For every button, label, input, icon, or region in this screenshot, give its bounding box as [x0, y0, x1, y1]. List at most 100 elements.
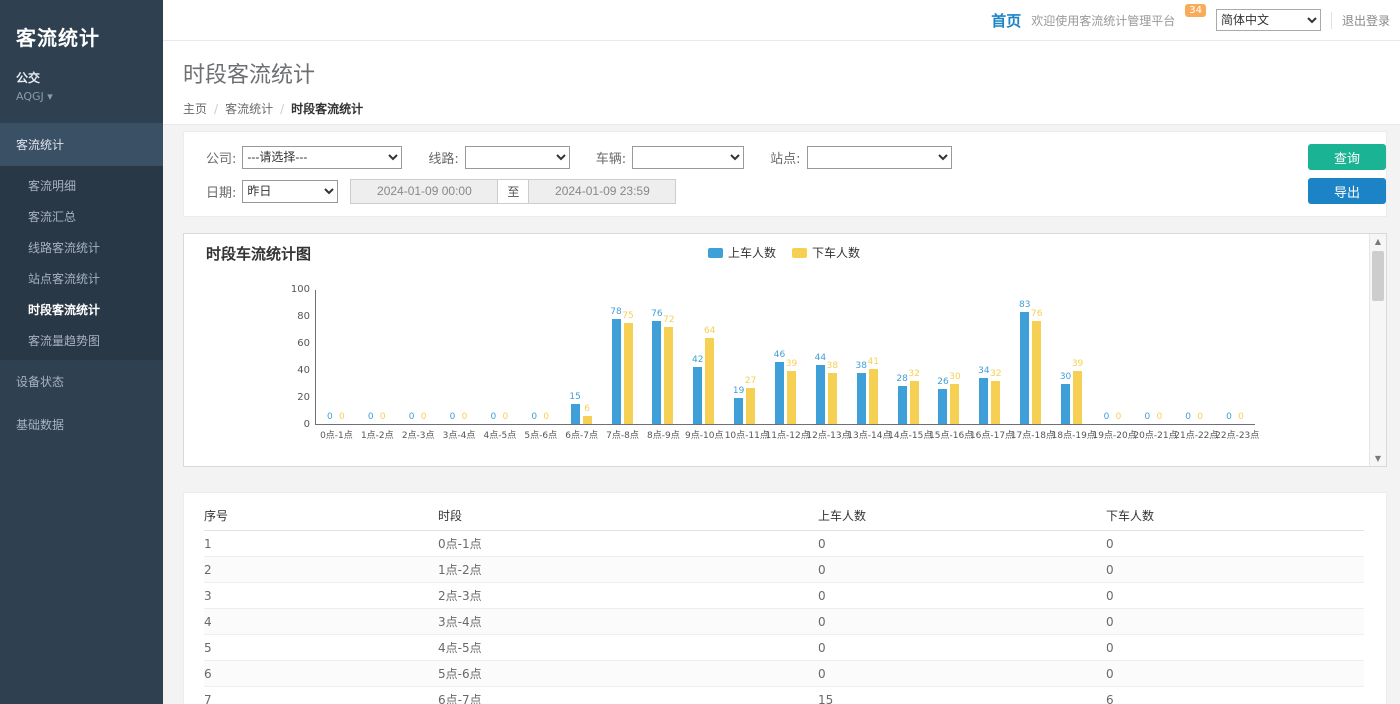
- breadcrumb-item[interactable]: 时段客流统计: [291, 100, 363, 117]
- app-root: 客流统计 公交 AQGJ ▾ 客流统计客流明细客流汇总线路客流统计站点客流统计时…: [0, 0, 1400, 704]
- scroll-down-icon[interactable]: ▼: [1370, 454, 1386, 463]
- vehicle-select[interactable]: [632, 146, 744, 169]
- bar-boarding: [816, 365, 825, 424]
- breadcrumb-item[interactable]: 主页: [183, 100, 207, 117]
- station-filter: 站点:: [770, 146, 951, 169]
- app-brand: 客流统计: [0, 0, 163, 59]
- line-select[interactable]: [465, 146, 570, 169]
- x-tick-label: 1点-2点: [357, 428, 398, 441]
- bar-value-label: 0: [534, 412, 558, 422]
- sidebar-section[interactable]: 客流统计: [0, 123, 163, 166]
- chart-plot: 020406080100000点-1点001点-2点002点-3点003点-4点…: [315, 290, 1255, 425]
- bar-group: 78757点-8点: [602, 290, 643, 424]
- legend-item[interactable]: 下车人数: [792, 244, 860, 261]
- sidebar-user-dropdown[interactable]: AQGJ ▾: [0, 88, 163, 123]
- bar-value-label: 72: [657, 315, 681, 325]
- date-range-group: 至: [350, 179, 676, 204]
- x-tick-label: 21点-22点: [1174, 428, 1215, 441]
- table-cell: 0: [818, 615, 1106, 629]
- bar-boarding: [898, 386, 907, 424]
- bar-alighting: [705, 338, 714, 424]
- table-row[interactable]: 54点-5点00: [204, 635, 1364, 661]
- station-select[interactable]: [807, 146, 952, 169]
- table-cell: 0: [1106, 563, 1364, 577]
- bar-value-label: 6: [575, 404, 599, 414]
- bar-value-label: 32: [984, 369, 1008, 379]
- sidebar-item[interactable]: 客流汇总: [0, 201, 163, 232]
- table-row[interactable]: 65点-6点00: [204, 661, 1364, 687]
- date-from-input[interactable]: [350, 179, 498, 204]
- x-tick-label: 17点-18点: [1011, 428, 1052, 441]
- bar-group: 263015点-16点: [929, 290, 970, 424]
- table-cell: 5点-6点: [438, 665, 818, 682]
- sidebar-item[interactable]: 客流量趋势图: [0, 325, 163, 356]
- x-tick-label: 18点-19点: [1052, 428, 1093, 441]
- table-row[interactable]: 21点-2点00: [204, 557, 1364, 583]
- table-cell: 0: [818, 589, 1106, 603]
- table-cell: 0: [1106, 641, 1364, 655]
- x-tick-label: 22点-23点: [1215, 428, 1256, 441]
- bar-value-label: 0: [1188, 412, 1212, 422]
- sidebar-section[interactable]: 基础数据: [0, 403, 163, 446]
- bar-group: 0021点-22点: [1174, 290, 1215, 424]
- date-preset-select[interactable]: 昨日: [242, 180, 338, 203]
- sidebar-item[interactable]: 线路客流统计: [0, 232, 163, 263]
- x-tick-label: 14点-15点: [888, 428, 929, 441]
- legend-swatch-icon: [792, 248, 807, 258]
- table-row[interactable]: 76点-7点156: [204, 687, 1364, 704]
- x-tick-label: 7点-8点: [602, 428, 643, 441]
- filter-row-1: 公司: ---请选择--- 线路: 车辆: 站点:: [206, 144, 1246, 170]
- x-tick-label: 0点-1点: [316, 428, 357, 441]
- table-cell: 0: [1106, 537, 1364, 551]
- table-cell: 5: [204, 641, 438, 655]
- table-row[interactable]: 43点-4点00: [204, 609, 1364, 635]
- y-tick-label: 40: [272, 365, 310, 376]
- language-select[interactable]: 简体中文: [1216, 9, 1321, 31]
- bar-group: 837617点-18点: [1011, 290, 1052, 424]
- table-row[interactable]: 32点-3点00: [204, 583, 1364, 609]
- sidebar-section[interactable]: 设备状态: [0, 360, 163, 403]
- company-select[interactable]: ---请选择---: [242, 146, 402, 169]
- breadcrumb-item[interactable]: 客流统计: [225, 100, 273, 117]
- bar-value-label: 15: [563, 392, 587, 402]
- legend-item[interactable]: 上车人数: [708, 244, 776, 261]
- sidebar-item[interactable]: 站点客流统计: [0, 263, 163, 294]
- query-button[interactable]: 查询: [1308, 144, 1386, 170]
- bar-boarding: [938, 389, 947, 424]
- bar-group: 0020点-21点: [1133, 290, 1174, 424]
- date-to-input[interactable]: [528, 179, 676, 204]
- bar-alighting: [1032, 321, 1041, 424]
- bar-boarding: [857, 373, 866, 424]
- chart-scrollbar[interactable]: ▲ ▼: [1369, 234, 1386, 466]
- bar-boarding: [693, 367, 702, 424]
- table-cell: 15: [818, 693, 1106, 704]
- bar-value-label: 64: [698, 326, 722, 336]
- sidebar-nav: 客流统计客流明细客流汇总线路客流统计站点客流统计时段客流统计客流量趋势图设备状态…: [0, 123, 163, 446]
- company-label: 公司:: [206, 148, 236, 167]
- sidebar: 客流统计 公交 AQGJ ▾ 客流统计客流明细客流汇总线路客流统计站点客流统计时…: [0, 0, 163, 704]
- y-tick-label: 0: [272, 419, 310, 430]
- bar-boarding: [979, 378, 988, 424]
- table-cell: 7: [204, 693, 438, 704]
- data-table: 序号时段上车人数下车人数 10点-1点0021点-2点0032点-3点0043点…: [183, 492, 1387, 704]
- bar-group: 001点-2点: [357, 290, 398, 424]
- bar-boarding: [1020, 312, 1029, 424]
- x-tick-label: 20点-21点: [1133, 428, 1174, 441]
- table-cell: 3: [204, 589, 438, 603]
- table-row[interactable]: 10点-1点00: [204, 531, 1364, 557]
- bar-boarding: [775, 362, 784, 424]
- page-heading: 时段客流统计 主页/客流统计/时段客流统计: [163, 41, 1400, 125]
- export-button[interactable]: 导出: [1308, 178, 1386, 204]
- x-tick-label: 13点-14点: [847, 428, 888, 441]
- sidebar-item[interactable]: 时段客流统计: [0, 294, 163, 325]
- scrollbar-thumb[interactable]: [1372, 251, 1384, 301]
- station-label: 站点:: [770, 148, 800, 167]
- line-filter: 线路:: [428, 146, 569, 169]
- bar-value-label: 76: [1025, 309, 1049, 319]
- logout-link[interactable]: 退出登录: [1331, 12, 1390, 29]
- sidebar-item[interactable]: 客流明细: [0, 170, 163, 201]
- scroll-up-icon[interactable]: ▲: [1370, 237, 1386, 246]
- notification-badge[interactable]: 34: [1185, 4, 1206, 17]
- top-bar: 首页 欢迎使用客流统计管理平台 34 简体中文 退出登录: [163, 0, 1400, 41]
- home-link[interactable]: 首页: [991, 10, 1021, 31]
